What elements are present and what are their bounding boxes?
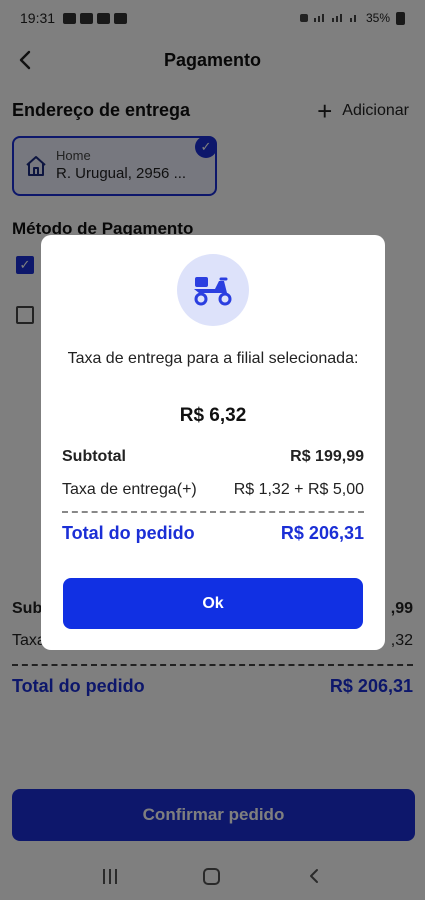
ok-button[interactable]: Ok — [63, 578, 363, 629]
modal-total-value: R$ 206,31 — [280, 523, 364, 543]
modal-icon-circle — [177, 254, 249, 326]
modal-fee-amount: R$ 6,32 — [179, 405, 247, 426]
modal-subtotal-value: R$ 199,99 — [290, 448, 364, 465]
modal-fee-label: Taxa de entrega(+) — [62, 481, 197, 498]
delivery-scooter-icon — [194, 277, 232, 306]
delivery-fee-modal: Taxa de entrega para a filial selecionad… — [41, 235, 385, 650]
modal-divider — [62, 511, 364, 513]
modal-total-label: Total do pedido — [62, 523, 195, 543]
modal-fee-row: Taxa de entrega(+) R$ 1,32 + R$ 5,00 — [62, 481, 364, 499]
modal-subtotal-label: Subtotal — [62, 448, 126, 465]
modal-message: Taxa de entrega para a filial selecionad… — [67, 350, 359, 367]
modal-fee-value: R$ 1,32 + R$ 5,00 — [233, 481, 364, 498]
modal-subtotal-row: Subtotal R$ 199,99 — [62, 448, 364, 466]
modal-total-row: Total do pedido R$ 206,31 — [62, 523, 364, 544]
